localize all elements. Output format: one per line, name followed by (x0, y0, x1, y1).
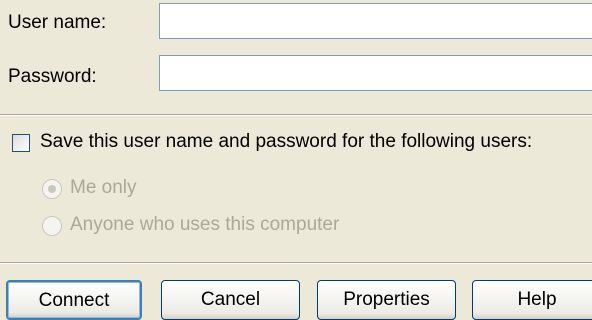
username-label: User name: (8, 12, 107, 33)
connect-button[interactable]: Connect (6, 280, 142, 320)
separator-bottom (0, 262, 592, 264)
username-input[interactable] (159, 3, 592, 39)
radio-selected-dot (48, 185, 56, 193)
separator-top (0, 114, 592, 116)
radio-anyone-label: Anyone who uses this computer (70, 214, 340, 235)
help-button[interactable]: Help (472, 280, 592, 320)
radio-anyone[interactable] (42, 216, 62, 236)
save-credentials-label[interactable]: Save this user name and password for the… (40, 131, 532, 153)
password-input[interactable] (159, 55, 592, 91)
cancel-button[interactable]: Cancel (161, 280, 300, 320)
radio-me-only-label: Me only (70, 177, 137, 198)
properties-button[interactable]: Properties (317, 280, 456, 320)
radio-me-only[interactable] (42, 179, 62, 199)
save-credentials-checkbox[interactable] (12, 134, 30, 152)
password-label: Password: (8, 66, 97, 87)
